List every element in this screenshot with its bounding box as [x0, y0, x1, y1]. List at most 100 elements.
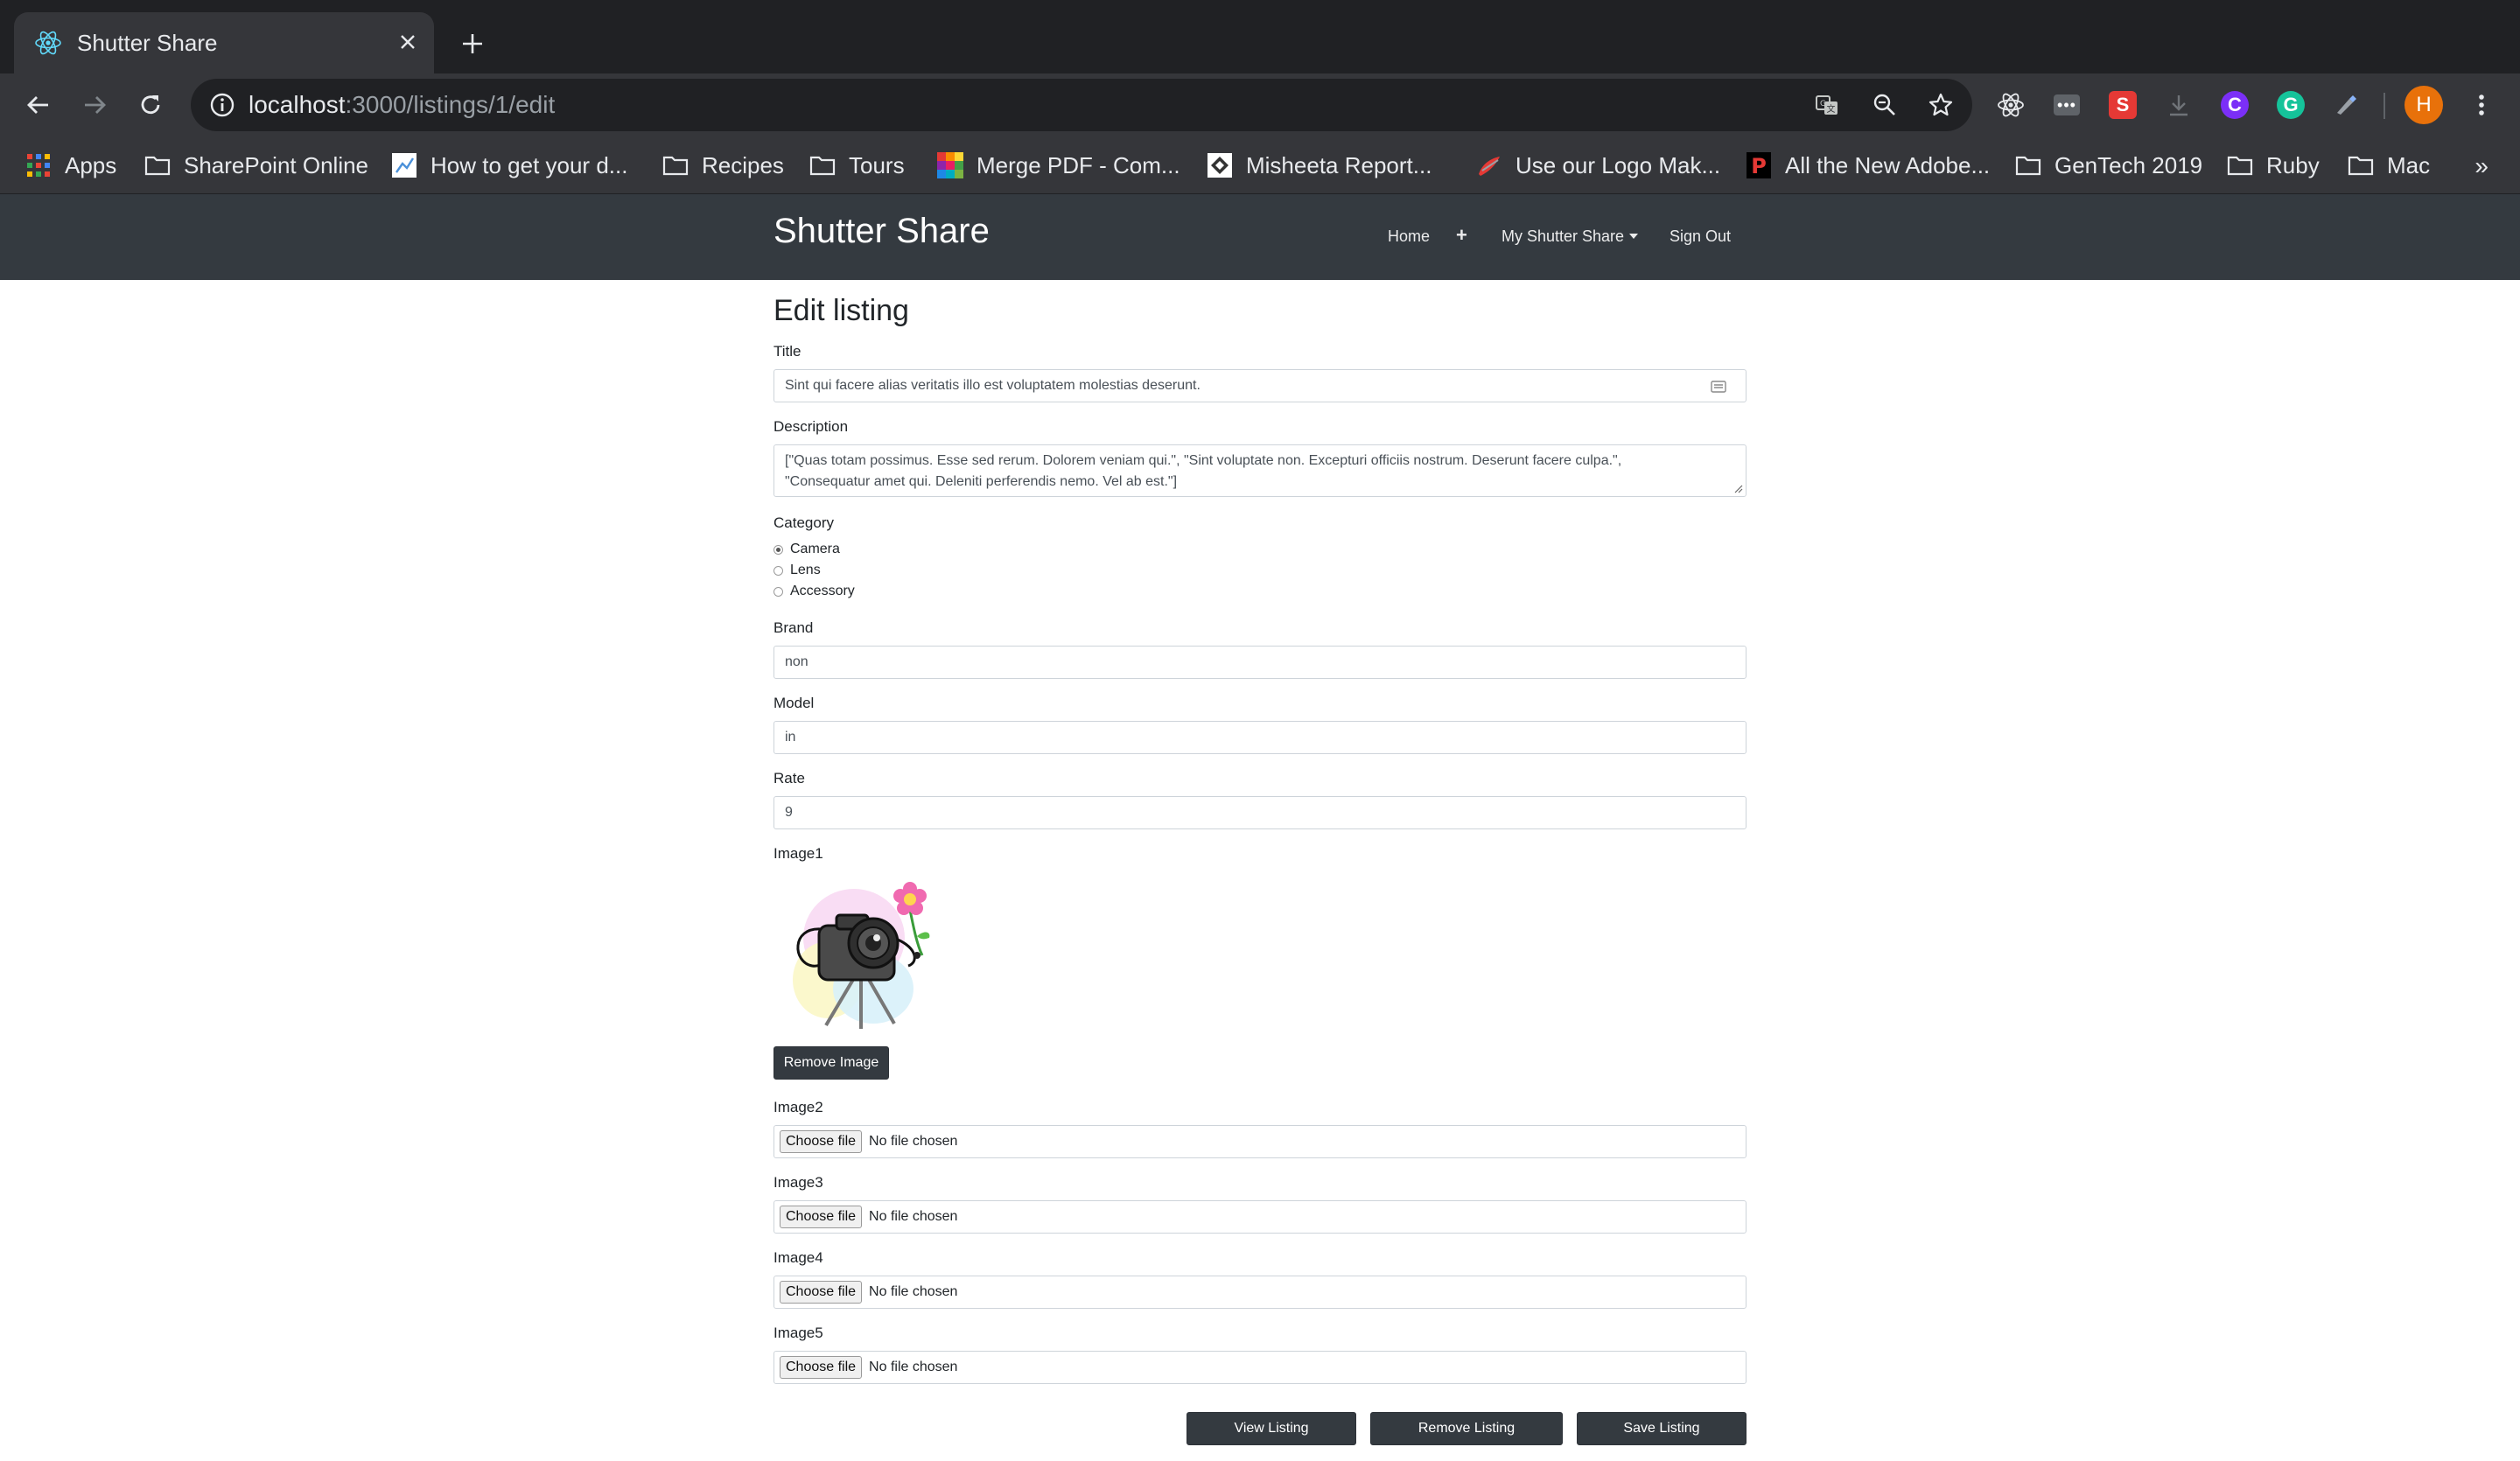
- category-option-accessory[interactable]: Accessory: [774, 581, 855, 602]
- rate-input[interactable]: 9: [774, 796, 1746, 829]
- category-option-lens[interactable]: Lens: [774, 560, 821, 581]
- image5-file-input[interactable]: Choose file No file chosen: [774, 1351, 1746, 1384]
- image2-label: Image2: [774, 1099, 823, 1115]
- autofill-card-icon[interactable]: [1711, 381, 1726, 393]
- translate-icon[interactable]: 文G: [1811, 89, 1843, 121]
- bookmark-mac[interactable]: Mac: [2347, 149, 2430, 182]
- bookmark-label: Merge PDF - Com...: [976, 151, 1180, 178]
- new-tab-button[interactable]: [452, 23, 494, 65]
- c-extension-label: C: [2221, 91, 2249, 119]
- download-icon[interactable]: [2160, 86, 2198, 124]
- choose-file-button[interactable]: Choose file: [780, 1130, 863, 1153]
- tab-title: Shutter Share: [77, 30, 218, 56]
- forward-button[interactable]: [74, 84, 116, 126]
- bookmark-label: Apps: [65, 151, 117, 178]
- dots-extension-icon[interactable]: •••: [2048, 86, 2086, 124]
- nav-my-shutter-share-dropdown[interactable]: My Shutter Share: [1502, 227, 1639, 246]
- bookmark-logo-maker[interactable]: Use our Logo Mak...: [1475, 149, 1720, 182]
- bookmark-label: Misheeta Report...: [1246, 151, 1432, 178]
- file-status: No file chosen: [869, 1134, 958, 1149]
- info-icon[interactable]: [208, 91, 236, 119]
- choose-file-button[interactable]: Choose file: [780, 1356, 863, 1379]
- nav-sign-out[interactable]: Sign Out: [1670, 227, 1731, 246]
- url-text: localhost:3000/listings/1/edit: [248, 91, 555, 119]
- radio-label: Camera: [790, 542, 840, 556]
- reload-button[interactable]: [130, 84, 172, 126]
- browser-tab[interactable]: Shutter Share: [14, 12, 434, 73]
- bookmark-label: Mac: [2387, 151, 2431, 178]
- profile-avatar[interactable]: H: [2404, 86, 2443, 124]
- brand-value: non: [785, 654, 808, 669]
- profile-initial: H: [2404, 86, 2443, 124]
- choose-file-button[interactable]: Choose file: [780, 1206, 863, 1228]
- arrow-left-icon: [27, 96, 48, 114]
- radio-camera[interactable]: [774, 544, 783, 555]
- save-listing-button[interactable]: Save Listing: [1577, 1412, 1746, 1445]
- page-title: Edit listing: [774, 294, 909, 327]
- bookmarks-more-icon[interactable]: »: [2474, 152, 2488, 180]
- title-input[interactable]: Sint qui facere alias veritatis illo est…: [774, 369, 1746, 402]
- remove-listing-button[interactable]: Remove Listing: [1370, 1412, 1563, 1445]
- choose-file-button[interactable]: Choose file: [780, 1281, 863, 1304]
- brand-logo[interactable]: Shutter Share: [774, 212, 990, 251]
- folder-icon: [2348, 156, 2374, 176]
- radio-lens[interactable]: [774, 565, 783, 576]
- bookmark-ruby[interactable]: Ruby: [2226, 149, 2320, 182]
- brand-input[interactable]: non: [774, 646, 1746, 679]
- image3-file-input[interactable]: Choose file No file chosen: [774, 1200, 1746, 1234]
- file-status: No file chosen: [869, 1360, 958, 1374]
- bookmark-label: How to get your d...: [430, 151, 628, 178]
- c-extension-icon[interactable]: C: [2216, 86, 2254, 124]
- model-value: in: [785, 730, 796, 744]
- browser-chrome: Shutter Share localhost:3000/listings/1/…: [0, 0, 2520, 194]
- bookmark-gentech[interactable]: GenTech 2019: [2014, 149, 2202, 182]
- react-icon: [35, 31, 61, 55]
- bookmark-tours[interactable]: Tours: [808, 149, 905, 182]
- image2-file-input[interactable]: Choose file No file chosen: [774, 1125, 1746, 1158]
- browser-toolbar: localhost:3000/listings/1/edit 文G ••• S …: [0, 73, 2520, 136]
- model-input[interactable]: in: [774, 721, 1746, 754]
- file-status: No file chosen: [869, 1284, 958, 1299]
- listing-image-thumbnail: [793, 882, 930, 1029]
- view-listing-button[interactable]: View Listing: [1186, 1412, 1356, 1445]
- brand-label: Brand: [774, 619, 814, 636]
- title-label: Title: [774, 343, 802, 360]
- image3-label: Image3: [774, 1174, 823, 1191]
- remove-image-button[interactable]: Remove Image: [774, 1046, 889, 1080]
- arrow-right-icon: [85, 96, 106, 114]
- bookmark-how-to[interactable]: How to get your d...: [390, 149, 627, 182]
- back-button[interactable]: [18, 84, 60, 126]
- menu-kebab-icon[interactable]: [2462, 86, 2501, 124]
- bookmark-adobe[interactable]: P All the New Adobe...: [1745, 149, 1990, 182]
- grammarly-icon[interactable]: G: [2272, 86, 2310, 124]
- resize-handle-icon[interactable]: [1732, 483, 1743, 493]
- tab-strip: Shutter Share: [0, 0, 2520, 73]
- bookmark-sharepoint[interactable]: SharePoint Online: [144, 149, 368, 182]
- bookmark-misheeta[interactable]: Misheeta Report...: [1206, 149, 1432, 182]
- bookmark-merge-pdf[interactable]: Merge PDF - Com...: [936, 149, 1180, 182]
- bookmark-recipes[interactable]: Recipes: [662, 149, 784, 182]
- logo-icon: [1479, 157, 1500, 176]
- description-textarea[interactable]: ["Quas totam possimus. Esse sed rerum. D…: [774, 444, 1746, 497]
- radio-label: Lens: [790, 563, 821, 577]
- svg-text:文: 文: [1827, 103, 1836, 115]
- category-option-camera[interactable]: Camera: [774, 539, 840, 560]
- bookmark-star-icon[interactable]: [1925, 89, 1956, 121]
- react-devtools-icon[interactable]: [1992, 86, 2030, 124]
- image4-file-input[interactable]: Choose file No file chosen: [774, 1276, 1746, 1309]
- svg-text:P: P: [1751, 154, 1767, 178]
- pen-icon[interactable]: [2326, 86, 2364, 124]
- p-icon: P: [1746, 152, 1771, 178]
- address-bar[interactable]: localhost:3000/listings/1/edit 文G: [191, 79, 1972, 131]
- app-navbar: Shutter Share Home + My Shutter Share Si…: [0, 194, 2520, 280]
- image5-label: Image5: [774, 1325, 823, 1341]
- nav-home[interactable]: Home: [1388, 227, 1430, 246]
- bookmark-label: All the New Adobe...: [1785, 151, 1991, 178]
- rate-label: Rate: [774, 770, 805, 786]
- s-extension-icon[interactable]: S: [2104, 86, 2142, 124]
- bookmark-apps[interactable]: Apps: [24, 149, 116, 182]
- close-tab-icon[interactable]: [390, 24, 425, 59]
- nav-add-listing[interactable]: +: [1456, 224, 1467, 247]
- radio-accessory[interactable]: [774, 586, 783, 597]
- zoom-icon[interactable]: [1869, 89, 1900, 121]
